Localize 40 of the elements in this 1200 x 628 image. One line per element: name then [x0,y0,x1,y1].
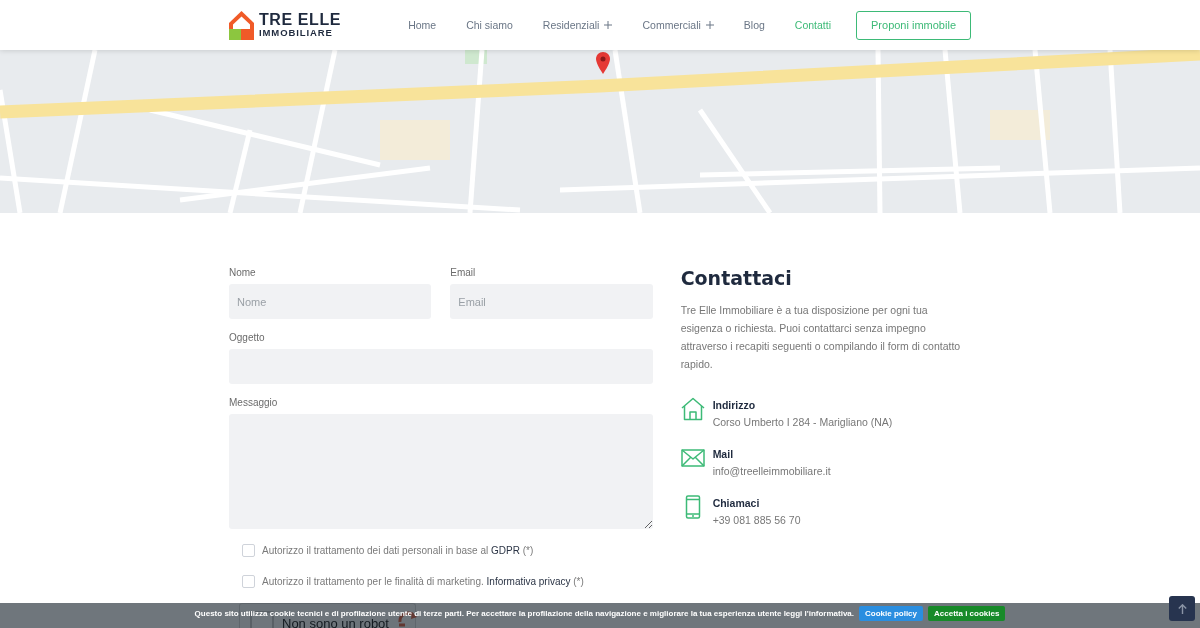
contact-item-value: +39 081 885 56 70 [712,513,801,527]
field-label: Nome [229,267,257,279]
envelope-icon [680,446,705,470]
logo-subtitle: IMMOBILIARE [259,27,334,38]
consent-link[interactable]: GDPR [491,544,520,556]
input-field[interactable]: Nome [229,284,432,319]
captcha-label: Non sono un robot [282,617,389,628]
map-pin-icon [596,52,610,74]
arrow-up-icon [1177,603,1187,614]
contact-heading: Contattaci [680,267,793,289]
nav-link[interactable]: Contatti [794,19,831,31]
consent-label: Autorizzo il trattamento dei dati personali in base al GDPR (*) [262,544,534,556]
nav-link[interactable]: Commerciali [642,19,714,31]
cookie-notice: Questo sito utilizza cookie tecnici e di profilazione utente di terze parti. Per accettare la profilazione della navigazione e migliorare la tua esperienza utente leggi l'informativa. [194,609,854,618]
input-field[interactable]: Email [450,284,653,319]
logo-title: TRE ELLE [259,12,342,27]
nav-link[interactable]: Blog [743,19,765,31]
contact-intro: Tre Elle Immobiliare è a tua disposizione per ogni tua esigenza o richiesta. Puoi contattarci senza impegno attraverso i recapiti seguenti o compilando il form di contatto rapido. [680,303,962,372]
message-field[interactable] [229,414,653,529]
checkbox[interactable] [242,543,255,557]
scroll-top-button[interactable] [1169,596,1195,621]
nav-link[interactable]: Chi siamo [466,19,513,31]
field-label: Messaggio [229,397,279,409]
cookie-button[interactable]: Accetta i cookies [928,606,1006,621]
contact-item-title: Chiamaci [712,497,761,510]
consent-label: Autorizzo il trattamento per le finalità di marketing. Informativa privacy (*) [262,575,584,587]
nav-link[interactable]: Home [408,19,437,31]
contact-item-value: Corso Umberto I 284 - Marigliano (NA) [712,415,893,429]
contact-item-title: Mail [712,448,735,461]
field-label: Oggetto [229,332,266,344]
contact-item-value: info@treelleimmobiliare.it [712,464,831,478]
propose-property-button[interactable]: Proponi immobile [856,10,971,40]
nav-link[interactable]: Residenziali [542,19,613,31]
contact-item-title: Indirizzo [712,399,757,412]
house-icon [680,397,705,421]
consent-link[interactable]: Informativa privacy [486,575,571,587]
house-logo-icon [229,10,254,40]
cookie-button[interactable]: Cookie policy [859,606,923,621]
field-label: Email [450,267,477,279]
checkbox[interactable] [242,574,255,588]
